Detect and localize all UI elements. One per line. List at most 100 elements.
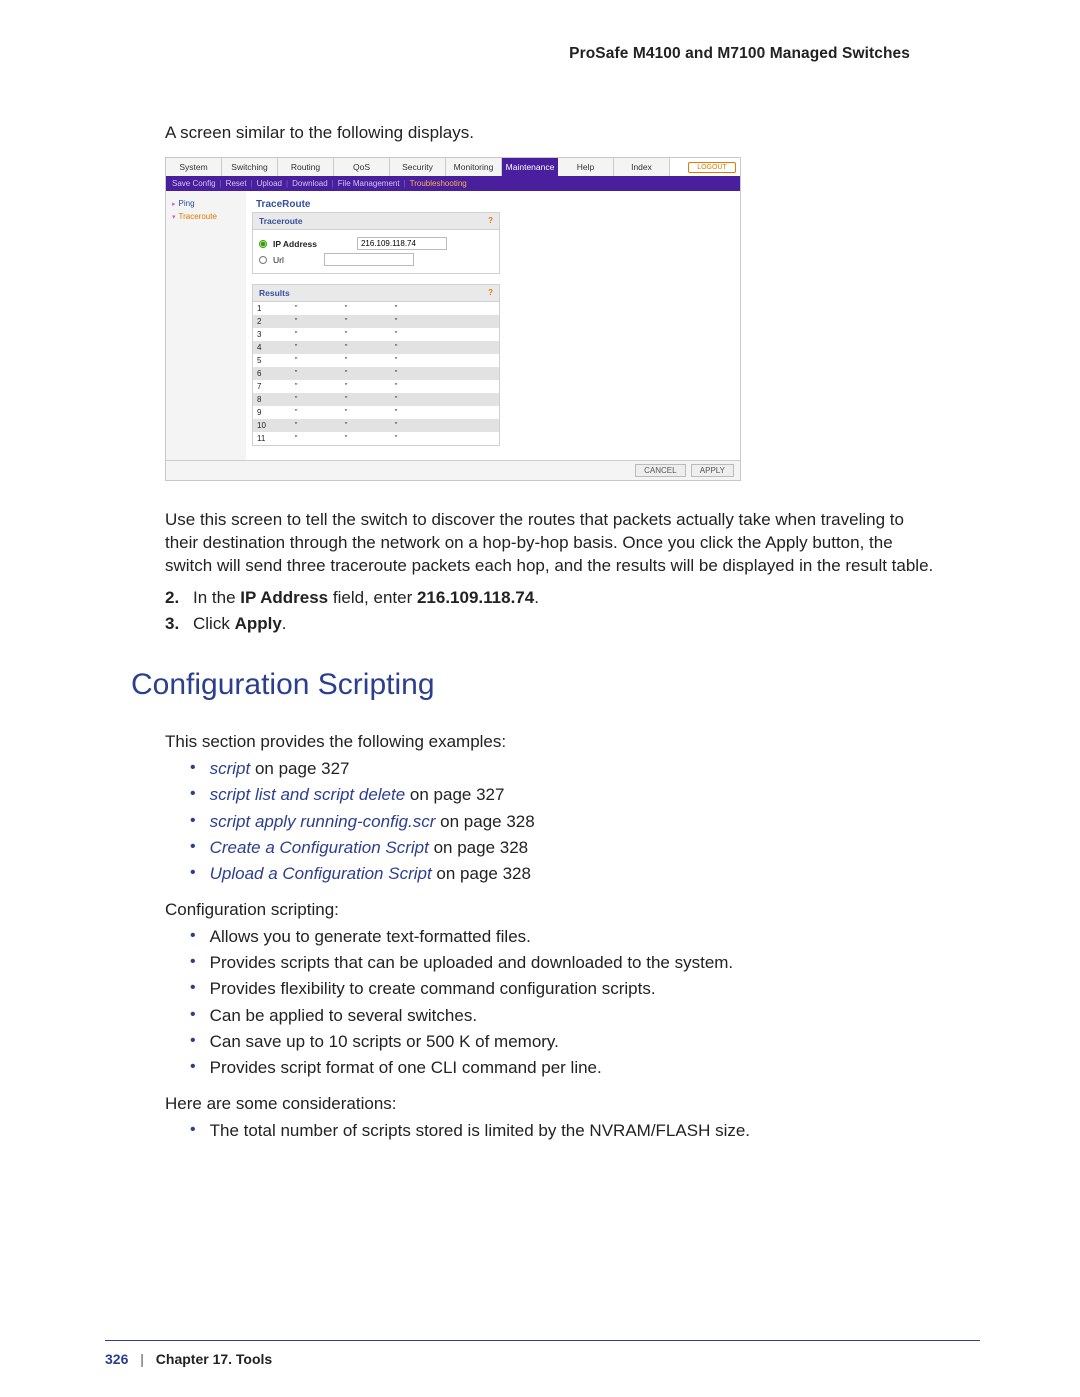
t: field, enter <box>328 588 417 607</box>
list-item: •Upload a Configuration Script on page 3… <box>190 861 980 887</box>
page-header: ProSafe M4100 and M7100 Managed Switches <box>105 45 910 63</box>
cross-ref-link[interactable]: script apply running-config.scr <box>210 812 436 831</box>
tab-system[interactable]: System <box>166 158 222 176</box>
sidebar-item-traceroute[interactable]: ▾Traceroute <box>170 210 242 223</box>
cancel-button[interactable]: CANCEL <box>635 464 685 477</box>
list-text: Provides scripts that can be uploaded an… <box>210 950 734 976</box>
subnav-upload[interactable]: Upload <box>257 179 282 188</box>
subnav-troubleshooting[interactable]: Troubleshooting <box>410 179 467 188</box>
section-title-text: TraceRoute <box>256 199 310 210</box>
list-item: • Provides scripts that can be uploaded a… <box>190 950 980 976</box>
tab-switching[interactable]: Switching <box>222 158 278 176</box>
page-number: 326 <box>105 1351 128 1367</box>
cross-ref-link[interactable]: script list and script delete <box>210 785 406 804</box>
cross-ref-tail: on page 328 <box>435 812 534 831</box>
bullet-icon: • <box>190 1118 196 1144</box>
url-field[interactable] <box>324 253 414 266</box>
cross-ref-tail: on page 327 <box>405 785 504 804</box>
list-item: •Provides flexibility to create command … <box>190 976 980 1002</box>
list-item: •The total number of scripts stored is l… <box>190 1118 980 1144</box>
considerations-list: •The total number of scripts stored is l… <box>190 1118 980 1144</box>
step-3: 3. Click Apply. <box>165 614 980 634</box>
list-item: • script apply running-config.scr on page… <box>190 809 980 835</box>
tab-qos[interactable]: QoS <box>334 158 390 176</box>
ip-address-field[interactable] <box>357 237 447 250</box>
table-row: 1""" <box>253 302 499 315</box>
ip-radio[interactable] <box>259 240 267 248</box>
results-box: Results ? 1"""2"""3"""4"""5"""6"""7"""8"… <box>252 284 500 446</box>
footer-sep: | <box>140 1351 144 1367</box>
step-number: 3. <box>165 614 185 634</box>
intro-text: A screen similar to the following displa… <box>165 123 980 143</box>
table-row: 7""" <box>253 380 499 393</box>
results-box-title: Results <box>259 288 290 298</box>
list-item: •Can be applied to several switches. <box>190 1003 980 1029</box>
section-heading: Configuration Scripting <box>131 668 980 702</box>
subnav-save-config[interactable]: Save Config <box>172 179 216 188</box>
examples-list: • script on page 327 • script list and scri… <box>190 756 980 888</box>
cross-ref-tail: on page 327 <box>250 759 349 778</box>
cross-ref-tail: on page 328 <box>429 838 528 857</box>
bullet-icon: • <box>190 756 196 782</box>
tab-monitoring[interactable]: Monitoring <box>446 158 502 176</box>
tab-security[interactable]: Security <box>390 158 446 176</box>
t: IP Address <box>240 588 328 607</box>
config-list: • Allows you to generate text-formatted f… <box>190 924 980 1082</box>
bullet-icon: • <box>190 1055 196 1081</box>
subnav-file-management[interactable]: File Management <box>338 179 400 188</box>
table-row: 11""" <box>253 432 499 445</box>
after-shot-para: Use this screen to tell the switch to di… <box>165 509 940 578</box>
cross-ref-tail: on page 328 <box>432 864 531 883</box>
tab-spacer <box>670 158 684 176</box>
section-title: TraceRoute <box>252 195 734 212</box>
step-text: In the IP Address field, enter 216.109.1… <box>193 588 539 608</box>
tab-maintenance[interactable]: Maintenance <box>502 158 558 176</box>
logout-button[interactable]: LOGOUT <box>684 158 740 176</box>
tab-help[interactable]: Help <box>558 158 614 176</box>
bullet-icon: • <box>190 782 196 808</box>
list-text: Allows you to generate text-formatted fi… <box>210 924 531 950</box>
subnav-download[interactable]: Download <box>292 179 328 188</box>
help-icon[interactable]: ? <box>488 288 493 298</box>
chapter-label: Chapter 17. Tools <box>156 1351 272 1367</box>
help-icon[interactable]: ? <box>488 216 493 226</box>
table-row: 6""" <box>253 367 499 380</box>
results-table: 1"""2"""3"""4"""5"""6"""7"""8"""9"""10""… <box>253 302 499 445</box>
cross-ref-link[interactable]: script <box>210 759 251 778</box>
list-item: •Allows you to generate text-formatted f… <box>190 924 980 950</box>
step-text: Click Apply. <box>193 614 287 634</box>
bullet-icon: • <box>190 809 196 835</box>
considerations-label: Here are some considerations: <box>165 1094 980 1114</box>
list-text: Can save up to 10 scripts or 500 K of me… <box>210 1029 559 1055</box>
cross-ref-link[interactable]: Create a Configuration Script <box>210 838 429 857</box>
t: 216.109.118.74 <box>417 588 534 607</box>
list-text: Provides script format of one CLI comman… <box>210 1055 602 1081</box>
list-item: •Create a Configuration Script on page 3… <box>190 835 980 861</box>
list-text: Can be applied to several switches. <box>210 1003 477 1029</box>
cross-ref-link[interactable]: Upload a Configuration Script <box>210 864 432 883</box>
tab-index[interactable]: Index <box>614 158 670 176</box>
apply-button[interactable]: APPLY <box>691 464 734 477</box>
table-row: 4""" <box>253 341 499 354</box>
sidebar-item-ping[interactable]: ▸Ping <box>170 197 242 210</box>
config-label: Configuration scripting: <box>165 900 980 920</box>
table-row: 3""" <box>253 328 499 341</box>
list-item: •Can save up to 10 scripts or 500 K of m… <box>190 1029 980 1055</box>
table-row: 5""" <box>253 354 499 367</box>
t: Apply <box>235 614 282 633</box>
t: In the <box>193 588 240 607</box>
list-item: • script list and script delete on page 3… <box>190 782 980 808</box>
t: Click <box>193 614 235 633</box>
t: . <box>282 614 287 633</box>
chevron-icon: ▾ <box>172 213 176 221</box>
chevron-icon: ▸ <box>172 200 176 208</box>
ip-label: IP Address <box>273 239 317 249</box>
button-bar: CANCEL APPLY <box>166 460 740 480</box>
table-row: 2""" <box>253 315 499 328</box>
screenshot: SystemSwitchingRoutingQoSSecurityMonitor… <box>165 157 741 481</box>
bullet-icon: • <box>190 950 196 976</box>
url-radio[interactable] <box>259 256 267 264</box>
subnav-reset[interactable]: Reset <box>226 179 247 188</box>
side-menu: ▸Ping▾Traceroute <box>166 191 246 460</box>
tab-routing[interactable]: Routing <box>278 158 334 176</box>
